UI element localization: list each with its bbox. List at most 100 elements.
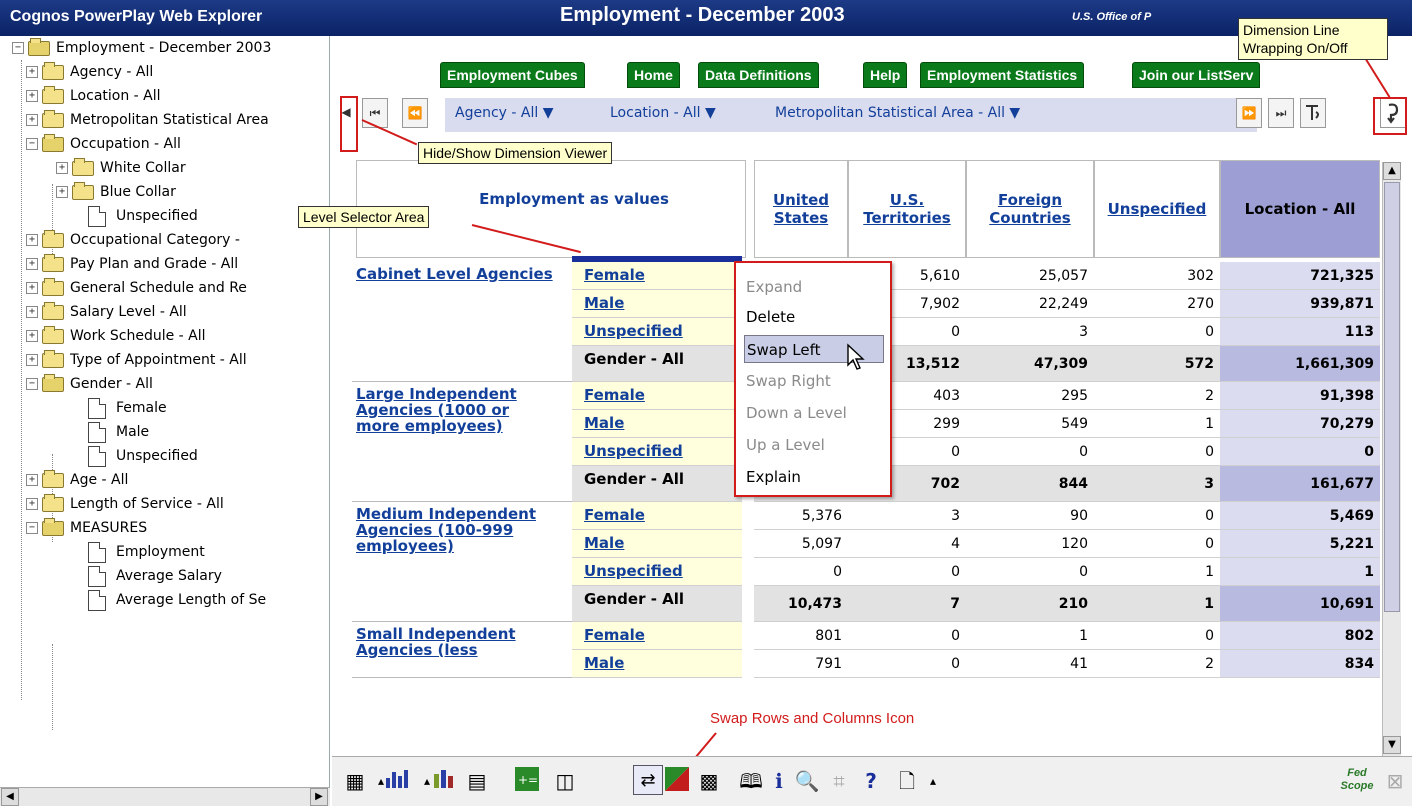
row-header-group[interactable]: Medium Independent Agencies (100-999 emp… — [356, 506, 556, 554]
scroll-up-icon[interactable]: ▲ — [1383, 162, 1401, 180]
expand-icon[interactable]: + — [26, 282, 38, 294]
nav-employment-statistics[interactable]: Employment Statistics — [920, 62, 1085, 88]
expand-icon[interactable]: + — [26, 90, 38, 102]
find-icon[interactable]: 🔍 — [792, 766, 822, 796]
nav-employment-cubes[interactable]: Employment Cubes — [440, 62, 585, 88]
location-dropdown[interactable]: Location - All ▼ — [610, 105, 716, 121]
tree-item-average-length[interactable]: Average Length of Se — [88, 588, 266, 612]
row-header-group[interactable]: Small Independent Agencies (less — [356, 626, 556, 658]
menu-up-a-level[interactable]: Up a Level — [744, 431, 884, 459]
nav-data-definitions[interactable]: Data Definitions — [698, 62, 819, 88]
fedscope-logo[interactable]: Fed Scope — [1337, 767, 1377, 797]
collapse-icon[interactable]: − — [26, 378, 38, 390]
crosstab-vertical-scrollbar[interactable]: ▲ ▼ — [1382, 162, 1401, 756]
tree-item-measures[interactable]: − MEASURES — [26, 516, 147, 540]
calculation-icon[interactable]: += — [512, 766, 542, 796]
col-united-states[interactable]: United States — [754, 160, 848, 258]
scroll-thumb[interactable] — [1384, 182, 1400, 612]
expand-icon[interactable]: + — [26, 330, 38, 342]
expand-icon[interactable]: + — [26, 66, 38, 78]
row-level-label[interactable]: Male — [584, 655, 624, 671]
row-level-label[interactable]: Female — [584, 387, 645, 403]
dropdown-arrow-icon[interactable]: ▴ — [918, 766, 948, 796]
expand-icon[interactable]: + — [26, 354, 38, 366]
tree-item-average-salary[interactable]: Average Salary — [88, 564, 222, 588]
tree-item-salary-level[interactable]: + Salary Level - All — [26, 300, 187, 324]
explain-icon[interactable] — [1300, 98, 1326, 128]
tree-item-msa[interactable]: + Metropolitan Statistical Area — [26, 108, 269, 132]
expand-icon[interactable]: + — [26, 114, 38, 126]
tree-item-blue-collar[interactable]: + Blue Collar — [56, 180, 176, 204]
expand-icon[interactable]: + — [56, 162, 68, 174]
tree-item-location[interactable]: + Location - All — [26, 84, 161, 108]
row-level-label[interactable]: Female — [584, 627, 645, 643]
msa-dropdown[interactable]: Metropolitan Statistical Area - All ▼ — [775, 105, 1020, 121]
tree-item-gender[interactable]: − Gender - All — [26, 372, 153, 396]
swap-rows-columns-icon[interactable]: ⇄ — [633, 765, 663, 795]
tree-item-female[interactable]: Female — [88, 396, 167, 420]
row-level-label[interactable]: Female — [584, 267, 645, 283]
page-layout-icon[interactable]: ▤ — [462, 766, 492, 796]
row-level-label[interactable]: Male — [584, 295, 624, 311]
collapse-icon[interactable]: − — [26, 138, 38, 150]
stacked-chart-icon[interactable] — [428, 766, 458, 796]
tree-item-employment[interactable]: Employment — [88, 540, 205, 564]
tree-item-male[interactable]: Male — [88, 420, 149, 444]
tree-item-general-schedule[interactable]: + General Schedule and Re — [26, 276, 247, 300]
expand-icon[interactable]: + — [26, 306, 38, 318]
tree-item-gender-unspecified[interactable]: Unspecified — [88, 444, 198, 468]
row-level-label[interactable]: Unspecified — [584, 563, 683, 579]
expand-icon[interactable]: + — [26, 474, 38, 486]
row-level-label[interactable]: Unspecified — [584, 443, 683, 459]
tree-item-agency[interactable]: + Agency - All — [26, 60, 153, 84]
tree-item-length-of-service[interactable]: + Length of Service - All — [26, 492, 224, 516]
collapse-icon[interactable]: − — [26, 522, 38, 534]
tree-item-age[interactable]: + Age - All — [26, 468, 128, 492]
row-level-label[interactable]: Male — [584, 535, 624, 551]
expand-icon[interactable]: + — [26, 258, 38, 270]
help-icon[interactable]: ? — [856, 766, 886, 796]
nav-help[interactable]: Help — [863, 62, 908, 88]
top-bottom-icon[interactable] — [662, 766, 692, 796]
exception-highlight-icon[interactable]: ▩ — [694, 766, 724, 796]
scroll-down-icon[interactable]: ▼ — [1383, 736, 1401, 754]
row-level-label[interactable]: Female — [584, 507, 645, 523]
tree-item-white-collar[interactable]: + White Collar — [56, 156, 186, 180]
tree-item-appointment[interactable]: + Type of Appointment - All — [26, 348, 247, 372]
last-page-icon[interactable]: ⏭ — [1268, 98, 1294, 128]
menu-down-a-level[interactable]: Down a Level — [744, 399, 884, 427]
next-page-icon[interactable]: ⏩ — [1236, 98, 1262, 128]
expand-icon[interactable]: + — [56, 186, 68, 198]
measure-header[interactable]: Employment as values — [474, 190, 674, 208]
menu-explain[interactable]: Explain — [744, 463, 884, 491]
tree-horizontal-scrollbar[interactable]: ◀ ▶ — [0, 787, 330, 806]
expand-icon[interactable]: + — [26, 234, 38, 246]
suppress-icon[interactable]: ◫ — [550, 766, 580, 796]
tree-item-occ-unspecified[interactable]: Unspecified — [88, 204, 198, 228]
col-location-all[interactable]: Location - All — [1220, 160, 1380, 258]
row-level-label[interactable]: Male — [584, 415, 624, 431]
col-us-territories[interactable]: U.S. Territories — [848, 160, 966, 258]
col-foreign-countries[interactable]: Foreign Countries — [966, 160, 1094, 258]
menu-delete[interactable]: Delete — [744, 303, 884, 331]
tree-item-root[interactable]: − Employment - December 2003 — [12, 36, 271, 60]
expand-icon[interactable]: + — [26, 498, 38, 510]
row-level-label[interactable]: Unspecified — [584, 323, 683, 339]
row-header-group[interactable]: Cabinet Level Agencies — [356, 266, 556, 282]
scroll-left-icon[interactable]: ◀ — [1, 788, 19, 806]
collapse-icon[interactable]: − — [12, 42, 24, 54]
nav-home[interactable]: Home — [627, 62, 680, 88]
nav-listserv[interactable]: Join our ListServ — [1132, 62, 1261, 88]
info-icon[interactable]: ℹ — [764, 766, 794, 796]
menu-expand[interactable]: Expand — [744, 273, 884, 301]
tree-item-work-schedule[interactable]: + Work Schedule - All — [26, 324, 206, 348]
tree-item-pay-plan[interactable]: + Pay Plan and Grade - All — [26, 252, 238, 276]
previous-page-icon[interactable]: ⏪ — [402, 98, 428, 128]
col-unspecified[interactable]: Unspecified — [1094, 160, 1220, 258]
first-page-icon[interactable]: ⏮ — [362, 98, 388, 128]
bar-chart-icon[interactable] — [382, 766, 412, 796]
book-icon[interactable]: 🕮 — [736, 766, 766, 796]
tree-item-occ-category[interactable]: + Occupational Category - — [26, 228, 240, 252]
tree-item-occupation[interactable]: − Occupation - All — [26, 132, 181, 156]
scroll-right-icon[interactable]: ▶ — [310, 788, 328, 806]
